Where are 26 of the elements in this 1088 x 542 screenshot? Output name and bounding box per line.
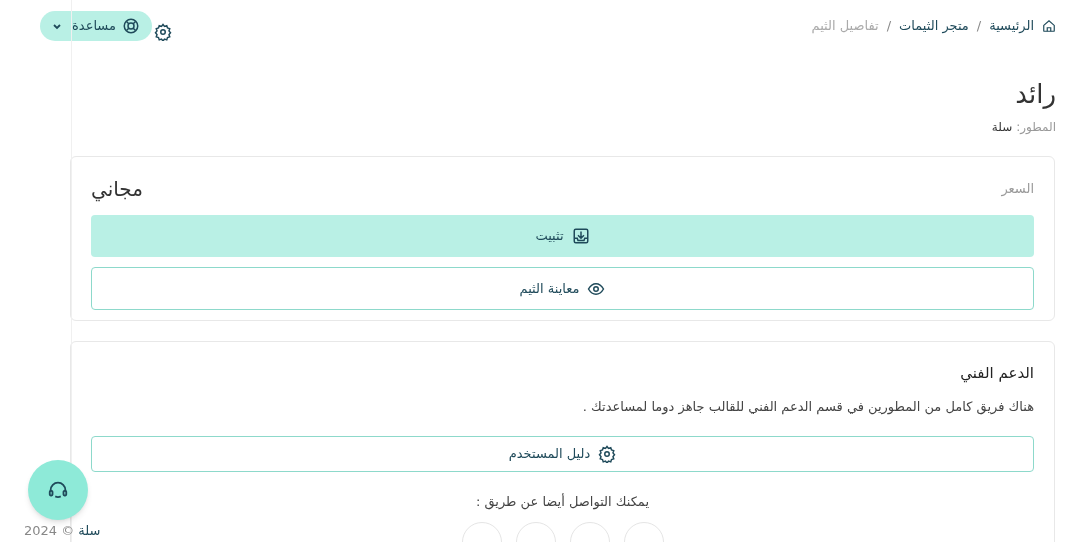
contact-text: يمكنك التواصل أيضا عن طريق : [474, 492, 650, 512]
home-icon[interactable] [1042, 19, 1056, 33]
theme-title: رائد [1014, 78, 1056, 111]
preview-button[interactable]: معاينة الثيم [91, 267, 1034, 310]
breadcrumb-link[interactable]: الرئيسية [989, 16, 1034, 36]
help-menu-button[interactable]: مساعدة [40, 11, 152, 41]
download-tray-icon [571, 227, 590, 245]
copyright-text: © 2024 [24, 522, 75, 540]
developer-name: سلة [991, 119, 1013, 136]
support-chat-button[interactable] [28, 460, 88, 520]
settings-icon [598, 445, 617, 463]
breadcrumb-separator: / [976, 17, 982, 36]
price-value: مجاني [91, 176, 143, 204]
breadcrumb-separator: / [886, 17, 892, 36]
support-description: هناك فريق كامل من المطورين في قسم الدعم الفني للقالب جاهز دوما لمساعدتك . [581, 397, 1034, 416]
install-button[interactable]: تثبيت [91, 215, 1034, 257]
footer-brand-link[interactable]: سلة [78, 521, 101, 541]
breadcrumb-link[interactable]: متجر الثيمات [899, 16, 969, 36]
settings-icon[interactable] [153, 23, 172, 41]
lifebuoy-icon [121, 17, 140, 35]
support-title: الدعم الفني [959, 363, 1034, 385]
price-label: السعر [1001, 180, 1034, 199]
user-guide-button[interactable]: دليل المستخدم [91, 436, 1034, 472]
headset-icon [47, 479, 69, 501]
current-page-text: تفاصيل الثيم [811, 17, 879, 36]
developer-label: المطور: [1016, 119, 1056, 136]
